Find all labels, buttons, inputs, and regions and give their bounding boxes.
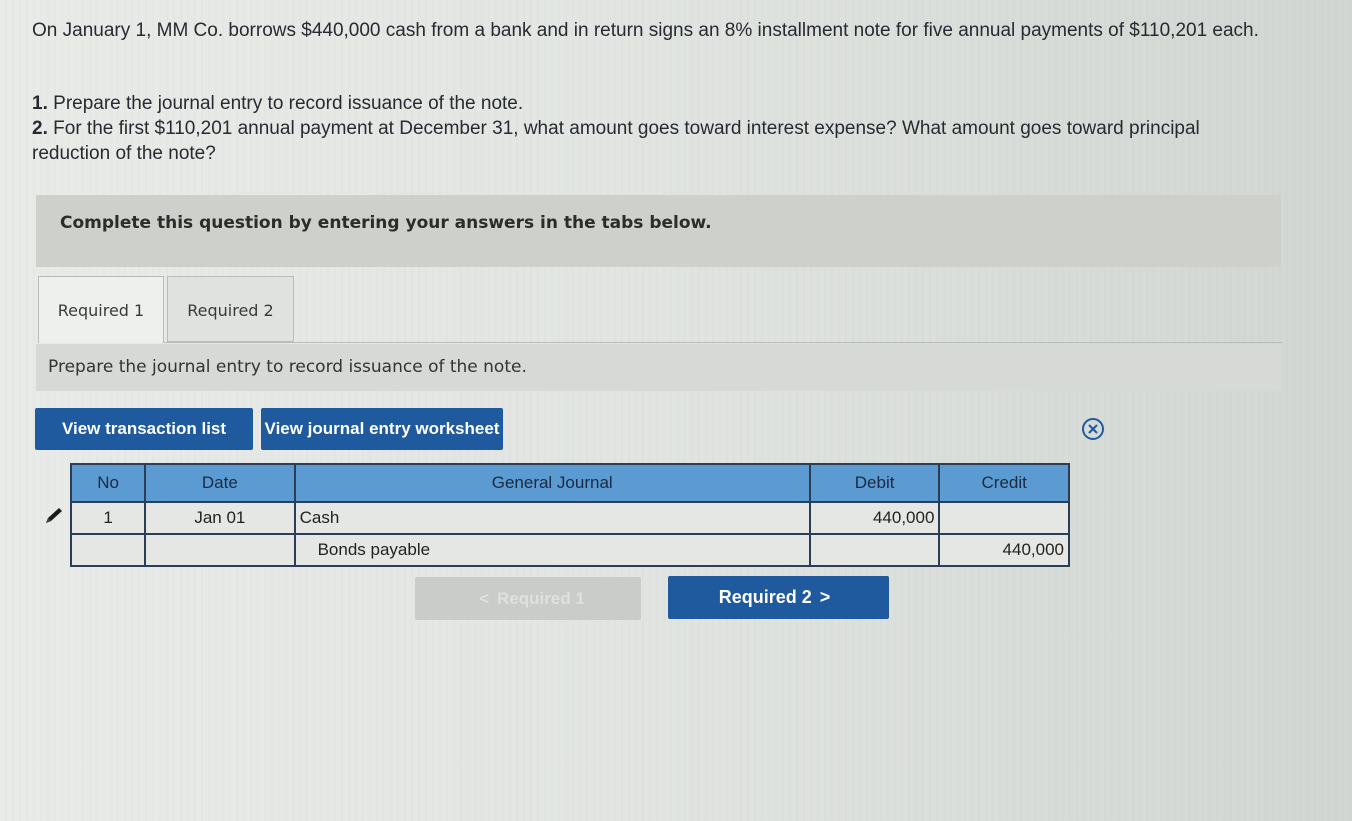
tab-divider <box>164 342 1282 343</box>
view-transaction-list-button[interactable]: View transaction list <box>35 408 253 450</box>
banner-text: Complete this question by entering your … <box>60 213 712 233</box>
question-1-text: Prepare the journal entry to record issu… <box>53 93 524 114</box>
close-circle-icon[interactable] <box>1082 418 1104 440</box>
journal-header-row: No Date General Journal Debit Credit <box>69 463 1070 503</box>
cell-account: Cash <box>293 501 811 535</box>
next-button-label: Required 2 <box>718 587 812 607</box>
view-journal-entry-worksheet-button[interactable]: View journal entry worksheet <box>261 408 503 450</box>
header-debit: Debit <box>808 463 941 503</box>
question-list: 1. Prepare the journal entry to record i… <box>32 91 1262 166</box>
header-date: Date <box>144 463 296 503</box>
journal-entry-table: No Date General Journal Debit Credit 1 J… <box>69 463 1070 567</box>
journal-row[interactable]: Bonds payable 440,000 <box>69 533 1070 567</box>
cell-debit: 440,000 <box>808 501 941 535</box>
tab-required-2[interactable]: Required 2 <box>167 276 294 342</box>
pencil-icon[interactable] <box>40 505 66 527</box>
chevron-right-icon: > <box>819 587 831 607</box>
tab-instruction: Prepare the journal entry to record issu… <box>36 344 1281 391</box>
cell-no: 1 <box>69 501 147 535</box>
question-2: 2. For the first $110,201 annual payment… <box>32 116 1262 166</box>
cell-date: Jan 01 <box>144 501 296 535</box>
tab-required-1-label: Required 1 <box>57 301 145 320</box>
tab-required-2-label: Required 2 <box>187 301 274 320</box>
cell-credit: 440,000 <box>938 533 1070 567</box>
chevron-left-icon: < <box>479 589 490 608</box>
previous-button-label: Required 1 <box>497 589 585 608</box>
header-general-journal: General Journal <box>293 463 811 503</box>
tab-required-1[interactable]: Required 1 <box>38 276 164 343</box>
next-required-2-button[interactable]: Required 2 > <box>668 576 889 619</box>
cell-debit <box>808 533 941 567</box>
tab-instruction-text: Prepare the journal entry to record issu… <box>48 357 527 377</box>
question-1-number: 1. <box>32 93 48 114</box>
previous-required-1-button: < Required 1 <box>415 577 641 620</box>
journal-row[interactable]: 1 Jan 01 Cash 440,000 <box>69 501 1070 535</box>
cell-credit <box>938 501 1070 535</box>
cell-account: Bonds payable <box>293 533 811 567</box>
cell-no <box>69 533 147 567</box>
question-2-text: For the first $110,201 annual payment at… <box>32 118 1200 164</box>
problem-intro: On January 1, MM Co. borrows $440,000 ca… <box>32 20 1259 41</box>
header-credit: Credit <box>938 463 1070 503</box>
header-no: No <box>69 463 147 503</box>
question-2-number: 2. <box>32 118 48 139</box>
instructions-banner: Complete this question by entering your … <box>36 195 1281 267</box>
question-1: 1. Prepare the journal entry to record i… <box>32 91 1262 116</box>
cell-date <box>144 533 296 567</box>
